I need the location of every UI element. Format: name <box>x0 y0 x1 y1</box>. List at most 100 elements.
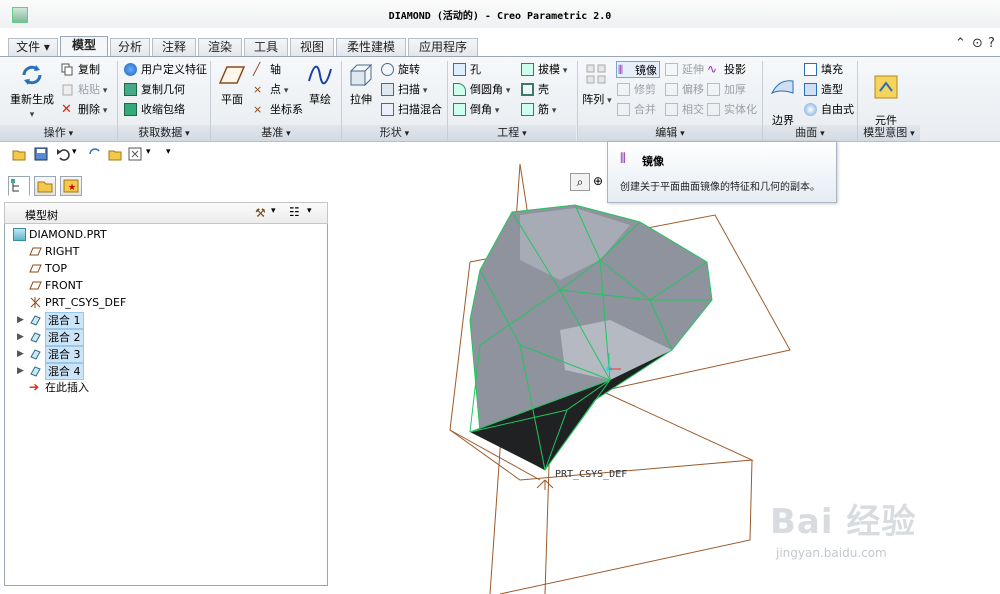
model-tree-title: 模型树 <box>25 209 58 222</box>
thicken-button[interactable]: 加厚 <box>706 81 746 98</box>
extrude-button[interactable]: 拉伸 <box>344 61 378 123</box>
blend-feature-icon <box>30 315 41 326</box>
close-window-icon[interactable] <box>128 147 142 161</box>
round-button[interactable]: 倒圆角 <box>452 81 510 98</box>
mirror-button[interactable]: ⫴ 镜像 <box>616 61 660 78</box>
tree-columns-dropdown-icon[interactable]: ▾ <box>307 206 312 216</box>
model-tree-tab[interactable] <box>8 176 30 196</box>
tab-view[interactable]: 视图 <box>290 38 334 56</box>
group-label-get-data[interactable]: 获取数据 <box>118 125 210 141</box>
csys-icon <box>30 297 41 308</box>
axis-button[interactable]: ╱ 轴 <box>252 61 281 78</box>
datum-plane-icon <box>218 66 246 84</box>
title-bar: DIAMOND (活动的) - Creo Parametric 2.0 <box>0 0 1000 28</box>
group-label-shapes[interactable]: 形状 <box>342 125 447 141</box>
group-label-model-intent[interactable]: 模型意图 <box>858 125 920 141</box>
tab-render[interactable]: 渲染 <box>198 38 242 56</box>
expand-arrow-icon[interactable]: ▶ <box>17 349 24 359</box>
tab-model[interactable]: 模型 <box>60 36 108 57</box>
undo-dropdown-icon[interactable]: ▾ <box>72 147 86 161</box>
hole-button[interactable]: 孔 <box>452 61 481 78</box>
group-label-operations[interactable]: 操作 <box>0 125 117 141</box>
open-icon[interactable] <box>12 147 26 161</box>
datum-plane-icon <box>29 264 42 273</box>
pattern-icon <box>586 64 606 84</box>
search-icon[interactable]: ? <box>988 36 995 51</box>
pattern-button[interactable]: 阵列 <box>580 61 614 123</box>
point-button[interactable]: × 点 <box>252 81 288 98</box>
style-button[interactable]: 造型 <box>803 81 843 98</box>
tab-analysis[interactable]: 分析 <box>110 38 150 56</box>
intersect-icon <box>665 103 678 116</box>
solidify-button[interactable]: 实体化 <box>706 101 757 118</box>
save-icon[interactable] <box>34 147 48 161</box>
project-button[interactable]: ∿ 投影 <box>706 61 746 78</box>
blend-feature-icon <box>30 332 41 343</box>
zoom-in-icon[interactable]: ⊕ <box>593 173 605 191</box>
draft-button[interactable]: 拔模 <box>520 61 567 78</box>
expand-arrow-icon[interactable]: ▶ <box>17 315 24 325</box>
graphics-viewport[interactable]: PRT_CSYS_DEF ⌕ ⊕ <box>330 143 1000 594</box>
ribbon: 重新生成 复制 粘贴 ✕删除 操作 用户定义特征 复制几何 收缩包络 获取数据 … <box>0 56 1000 142</box>
delete-button[interactable]: ✕ 删除 <box>60 101 107 118</box>
boundary-blend-button[interactable]: 边界 混合 <box>765 61 801 139</box>
group-label-engineering[interactable]: 工程 <box>448 125 576 141</box>
tree-columns-icon[interactable]: ☷ <box>289 205 300 219</box>
chamfer-button[interactable]: 倒角 <box>452 101 499 118</box>
component-interface-button[interactable]: 元件 界面 <box>866 61 906 139</box>
plane-button[interactable]: 平面 <box>214 61 250 123</box>
blend-feature-icon <box>30 366 41 377</box>
tab-tools[interactable]: 工具 <box>244 38 288 56</box>
group-label-surfaces[interactable]: 曲面 <box>763 125 857 141</box>
window-dropdown-icon[interactable]: ▾ <box>146 147 160 161</box>
extend-button[interactable]: 延伸 <box>664 61 704 78</box>
expand-arrow-icon[interactable]: ▶ <box>17 366 24 376</box>
swept-blend-icon <box>381 103 394 116</box>
tab-file[interactable]: 文件 ▾ <box>8 38 58 56</box>
help-icon[interactable]: ⊙ <box>972 36 983 51</box>
swept-blend-button[interactable]: 扫描混合 <box>380 101 442 118</box>
sketch-icon <box>308 65 332 85</box>
udf-button[interactable]: 用户定义特征 <box>123 61 207 78</box>
refit-icon[interactable]: ⌕ <box>570 173 590 191</box>
merge-button[interactable]: 合并 <box>616 101 656 118</box>
customize-qat-icon[interactable]: ▾ <box>166 147 180 161</box>
copy-geometry-button[interactable]: 复制几何 <box>123 81 185 98</box>
shell-button[interactable]: 壳 <box>520 81 549 98</box>
trim-icon <box>617 83 630 96</box>
fill-button[interactable]: 填充 <box>803 61 843 78</box>
tab-annotate[interactable]: 注释 <box>152 38 196 56</box>
group-label-datum[interactable]: 基准 <box>211 125 341 141</box>
model-tree-tab-icon <box>11 179 19 192</box>
csys-button[interactable]: ⨯ 坐标系 <box>252 101 303 118</box>
paste-button[interactable]: 粘贴 <box>60 81 107 98</box>
udf-icon <box>124 63 137 76</box>
trim-button[interactable]: 修剪 <box>616 81 656 98</box>
collapse-icon[interactable]: ⌃ <box>955 36 966 51</box>
favorites-tab[interactable]: ★ <box>60 176 82 196</box>
folder-browser-tab[interactable] <box>34 176 56 196</box>
sweep-button[interactable]: 扫描 <box>380 81 427 98</box>
expand-arrow-icon[interactable]: ▶ <box>17 332 24 342</box>
rib-button[interactable]: 筋 <box>520 101 556 118</box>
sketch-button[interactable]: 草绘 <box>302 61 338 123</box>
copy-button[interactable]: 复制 <box>60 61 100 78</box>
tree-settings-dropdown-icon[interactable]: ▾ <box>271 206 276 216</box>
offset-button[interactable]: 偏移 <box>664 81 704 98</box>
freestyle-button[interactable]: 自由式 <box>803 101 854 118</box>
shrinkwrap-button[interactable]: 收缩包络 <box>123 101 185 118</box>
regenerate-small-icon[interactable] <box>88 147 102 161</box>
draft-icon <box>521 63 534 76</box>
boundary-blend-icon <box>770 80 794 95</box>
tab-flexible-modeling[interactable]: 柔性建模 <box>336 38 406 56</box>
group-label-edit[interactable]: 编辑 <box>578 125 762 141</box>
intersect-button[interactable]: 相交 <box>664 101 704 118</box>
tree-settings-icon[interactable]: ⚒ <box>255 206 266 220</box>
csys-label: PRT_CSYS_DEF <box>555 469 628 480</box>
regenerate-button[interactable]: 重新生成 <box>8 61 56 123</box>
revolve-button[interactable]: 旋转 <box>380 61 420 78</box>
windows-icon[interactable] <box>108 147 122 161</box>
tab-applications[interactable]: 应用程序 <box>408 38 478 56</box>
undo-icon[interactable] <box>56 147 70 161</box>
chamfer-icon <box>453 103 466 116</box>
